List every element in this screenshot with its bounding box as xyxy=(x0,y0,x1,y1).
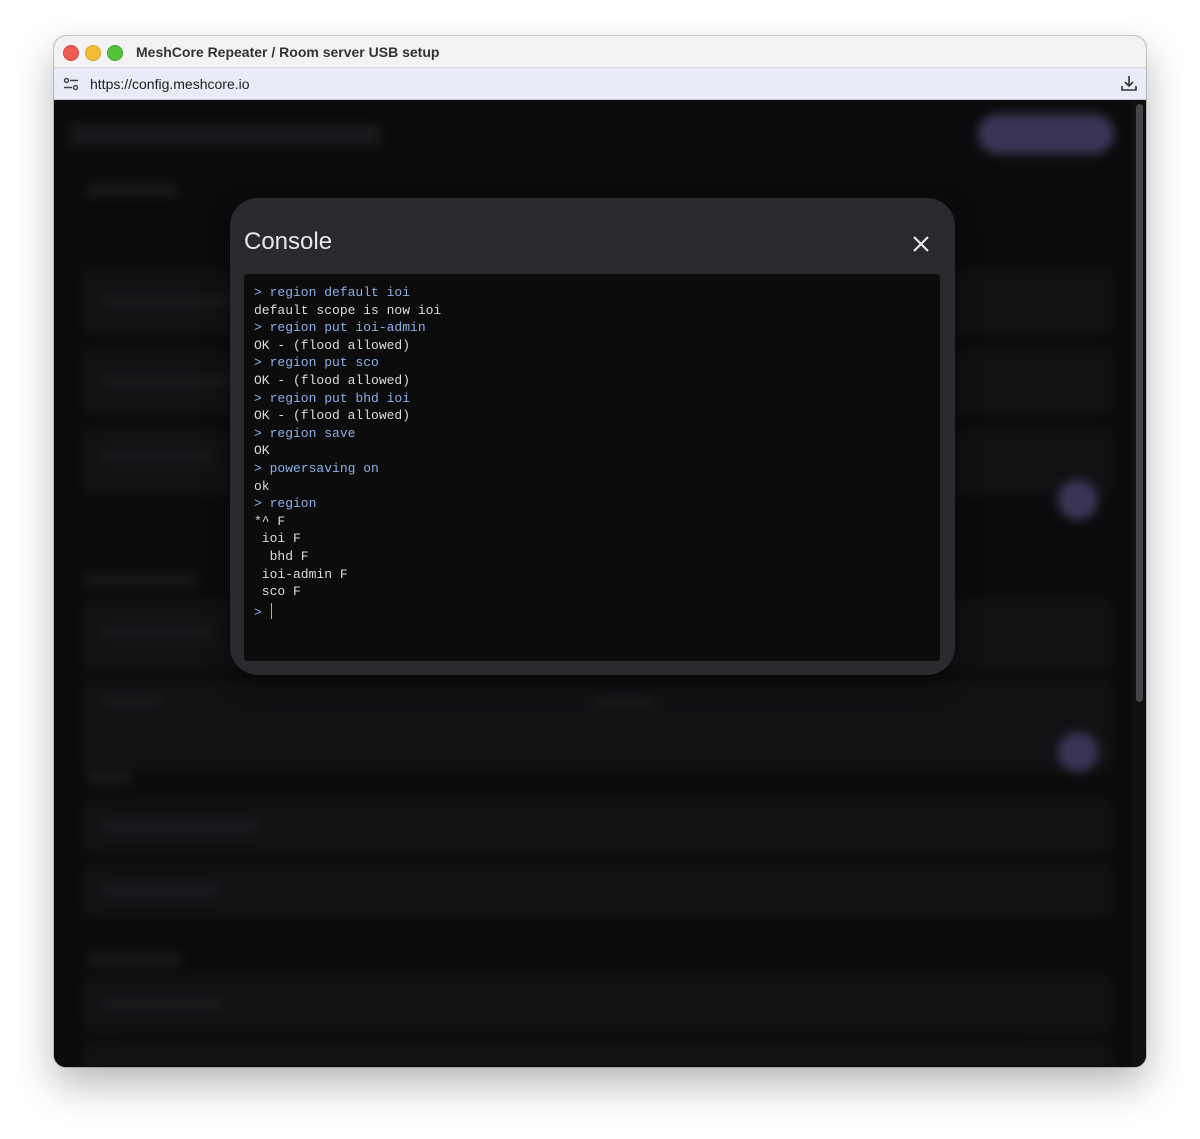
console-output-line: *^ F xyxy=(254,513,286,529)
console-command-line: > powersaving on xyxy=(254,460,379,476)
console-command-line: > region put sco xyxy=(254,355,379,371)
console-input[interactable]: > xyxy=(254,603,272,622)
console-output-line: ok xyxy=(254,478,270,494)
console-output-line: default scope is now ioi xyxy=(254,302,442,318)
console-output[interactable]: > region default ioi default scope is now… xyxy=(244,274,940,661)
window-title: MeshCore Repeater / Room server USB setu… xyxy=(136,44,440,60)
console-output-line: sco F xyxy=(254,584,301,600)
console-line-list: > region default ioi default scope is now… xyxy=(254,284,441,601)
console-output-line: OK xyxy=(254,443,270,459)
console-command-line: > region xyxy=(254,496,317,512)
console-output-line: ioi-admin F xyxy=(254,566,348,582)
dialog-title: Console xyxy=(244,228,333,255)
browser-window: MeshCore Repeater / Room server USB setu… xyxy=(54,36,1146,1067)
tune-icon[interactable] xyxy=(63,76,79,92)
close-icon[interactable] xyxy=(909,232,933,256)
download-icon[interactable] xyxy=(1120,74,1138,92)
window-minimize-button[interactable] xyxy=(85,45,101,61)
console-command-line: > region put ioi-admin xyxy=(254,320,426,336)
window-maximize-button[interactable] xyxy=(107,45,123,61)
page-viewport: Console > region default ioi default scop… xyxy=(54,100,1146,1067)
console-dialog: Console > region default ioi default scop… xyxy=(230,198,955,675)
console-output-line: bhd F xyxy=(254,548,309,564)
console-output-line: OK - (flood allowed) xyxy=(254,372,411,388)
console-prompt: > xyxy=(254,605,270,620)
console-command-line: > region default ioi xyxy=(254,285,411,300)
address-bar[interactable]: https://config.meshcore.io xyxy=(54,68,1146,100)
text-cursor xyxy=(270,603,272,619)
console-output-line: ioi F xyxy=(254,531,301,547)
title-bar: MeshCore Repeater / Room server USB setu… xyxy=(54,36,1146,68)
url-text[interactable]: https://config.meshcore.io xyxy=(90,76,250,92)
console-command-line: > region save xyxy=(254,425,356,441)
console-output-line: OK - (flood allowed) xyxy=(254,337,411,353)
console-command-line: > region put bhd ioi xyxy=(254,390,411,406)
window-close-button[interactable] xyxy=(63,45,79,61)
console-output-line: OK - (flood allowed) xyxy=(254,408,411,424)
